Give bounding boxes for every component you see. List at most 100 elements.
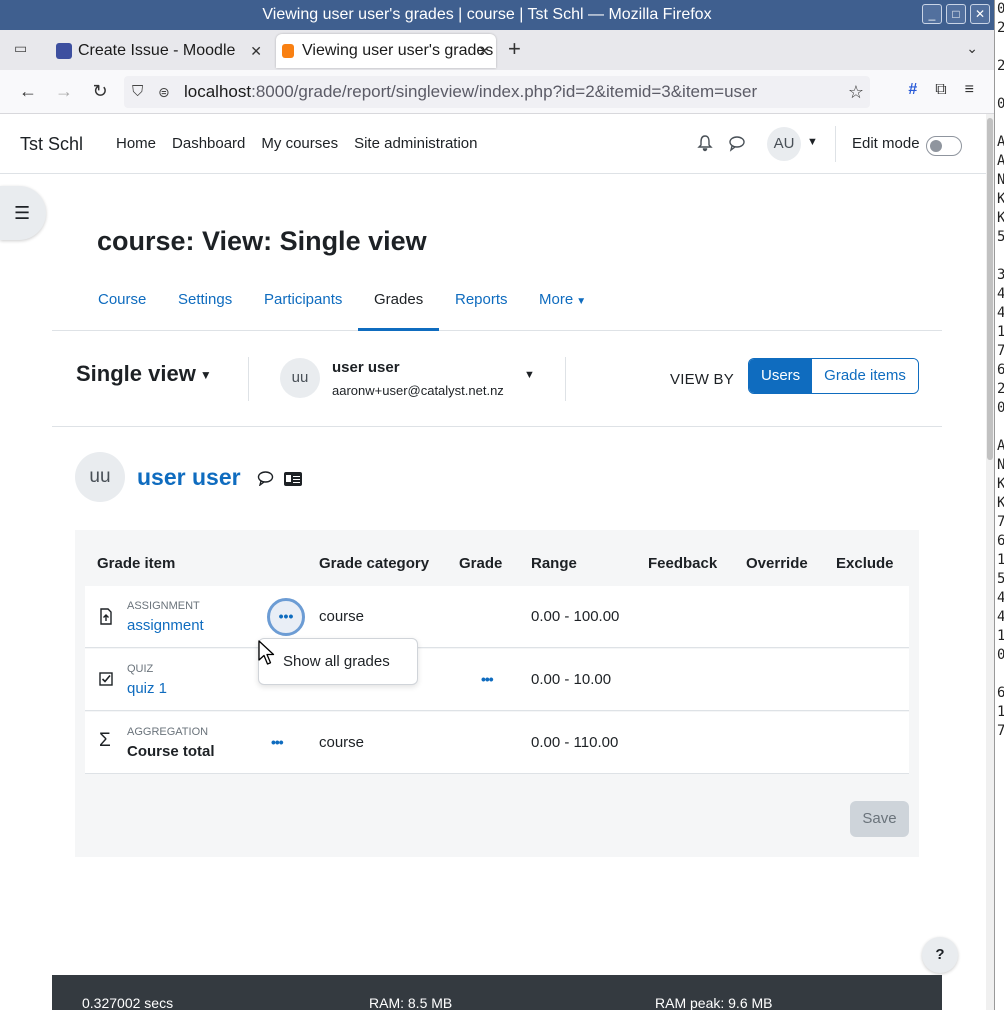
chevron-down-icon: ▼ <box>576 296 587 307</box>
terminal-line: N <box>995 456 1004 475</box>
hashtag-extension-icon[interactable]: # <box>908 81 917 99</box>
header-feedback: Feedback <box>648 555 718 572</box>
tab-settings[interactable]: Settings <box>178 280 232 331</box>
tab-grades[interactable]: Grades <box>358 280 440 331</box>
course-index-drawer-toggle[interactable]: ☰ <box>0 186 46 240</box>
grade-category-cell: course <box>319 608 365 625</box>
message-user-icon[interactable] <box>257 470 274 491</box>
forward-icon[interactable]: → <box>53 81 75 102</box>
user-picker-name[interactable]: user user <box>332 359 400 376</box>
extensions-puzzle-icon[interactable]: ⧉ <box>935 81 946 99</box>
window-controls: _ □ ✕ <box>922 4 990 24</box>
quiz-checkbox-icon <box>99 672 113 690</box>
mouse-pointer-icon <box>258 640 275 665</box>
site-brand[interactable]: Tst Schl <box>20 134 83 155</box>
item-name-link[interactable]: assignment <box>127 617 204 634</box>
tab-viewing-grades[interactable]: Viewing user user's grades ✕ <box>276 34 496 68</box>
grade-actions-kebab-icon[interactable]: ••• <box>481 671 494 687</box>
report-selector[interactable]: Single view ▼ <box>76 361 212 387</box>
user-picker-email[interactable]: aaronw+user@catalyst.net.nz <box>332 383 504 398</box>
window-titlebar: Viewing user user's grades | course | Ts… <box>0 0 994 30</box>
nav-site-administration[interactable]: Site administration <box>354 135 477 152</box>
terminal-line: A <box>995 133 1004 152</box>
chevron-down-icon[interactable]: ▼ <box>524 369 535 381</box>
messages-icon[interactable] <box>728 134 746 157</box>
minimize-button[interactable]: _ <box>922 4 942 24</box>
user-heading-name[interactable]: user user <box>137 464 241 491</box>
close-tab-icon[interactable]: ✕ <box>250 34 262 68</box>
page-scrollbar[interactable] <box>986 114 994 1010</box>
window-title: Viewing user user's grades | course | Ts… <box>262 6 712 23</box>
page-title: course: View: Single view <box>97 226 427 256</box>
item-name-link[interactable]: quiz 1 <box>127 680 167 697</box>
terminal-line: N <box>995 171 1004 190</box>
notification-bell-icon[interactable] <box>696 134 714 157</box>
nav-dashboard[interactable]: Dashboard <box>172 135 245 152</box>
tab-reports[interactable]: Reports <box>455 280 508 331</box>
header-override: Override <box>746 555 808 572</box>
close-window-button[interactable]: ✕ <box>970 4 990 24</box>
bookmark-star-icon[interactable]: ☆ <box>848 76 864 108</box>
reload-icon[interactable]: ↻ <box>89 81 111 102</box>
terminal-line: 6 <box>995 532 1004 551</box>
help-button[interactable]: ? <box>922 937 958 973</box>
header-grade: Grade <box>459 555 503 572</box>
save-button[interactable]: Save <box>850 801 909 837</box>
user-menu-avatar[interactable]: AU <box>767 127 801 161</box>
item-type: QUIZ <box>127 663 154 675</box>
range-cell: 0.00 - 10.00 <box>531 671 612 688</box>
url-text[interactable]: localhost:8000/grade/report/singleview/i… <box>184 76 757 108</box>
header-exclude: Exclude <box>836 555 894 572</box>
view-by-users-button[interactable]: Users <box>749 359 813 393</box>
new-tab-icon[interactable]: + <box>508 36 521 62</box>
terminal-line: 6 <box>995 684 1004 703</box>
view-by-grade-items-button[interactable]: Grade items <box>812 359 918 393</box>
terminal-line: 1 <box>995 627 1004 646</box>
sigma-aggregation-icon: Σ <box>99 730 111 751</box>
maximize-button[interactable]: □ <box>946 4 966 24</box>
user-picker-avatar[interactable]: uu <box>280 358 320 398</box>
tab-more[interactable]: More ▼ <box>539 280 586 331</box>
actions-menu-kebab-icon[interactable]: ••• <box>267 598 305 636</box>
url-bar[interactable]: ⛉ ⊜ localhost:8000/grade/report/singlevi… <box>124 76 870 108</box>
tracking-shield-icon[interactable]: ⛉ <box>132 76 143 108</box>
chevron-down-icon[interactable]: ▼ <box>807 136 818 148</box>
nav-my-courses[interactable]: My courses <box>261 135 338 152</box>
browser-navbar: ← → ↻ ⛉ ⊜ localhost:8000/grade/report/si… <box>0 70 994 114</box>
scrollbar-thumb[interactable] <box>987 118 993 460</box>
page-info-icon[interactable]: ⊜ <box>158 76 170 108</box>
list-all-tabs-icon[interactable]: ⌄ <box>966 40 978 57</box>
firefox-view-icon[interactable]: ▭ <box>14 40 34 60</box>
terminal-line: 3 <box>995 266 1004 285</box>
terminal-line: 5 <box>995 228 1004 247</box>
moodle-tracker-favicon-icon <box>56 43 72 59</box>
hamburger-menu-icon[interactable]: ≡ <box>965 81 974 99</box>
tab-course[interactable]: Course <box>98 280 146 331</box>
user-heading-avatar: uu <box>75 452 125 502</box>
table-row: Σ AGGREGATION Course total ••• course 0.… <box>85 712 909 774</box>
edit-mode-label: Edit mode <box>852 135 920 152</box>
terminal-line: 7 <box>995 342 1004 361</box>
terminal-line: 0 <box>995 0 1004 19</box>
actions-menu-kebab-icon[interactable]: ••• <box>271 734 284 750</box>
report-selector-label: Single view <box>76 361 196 386</box>
header-grade-item: Grade item <box>97 555 176 572</box>
nav-home[interactable]: Home <box>116 135 156 152</box>
close-tab-icon[interactable]: ✕ <box>478 34 490 68</box>
terminal-line: 4 <box>995 304 1004 323</box>
terminal-line: K <box>995 209 1004 228</box>
tab-participants[interactable]: Participants <box>264 280 342 331</box>
view-by-toggle-group: Users Grade items <box>748 358 919 394</box>
edit-mode-toggle[interactable] <box>926 136 962 156</box>
moodle-favicon-icon <box>282 44 294 58</box>
menu-item-show-all-grades[interactable]: Show all grades <box>283 653 390 670</box>
user-profile-card-icon[interactable] <box>284 472 302 486</box>
tab-create-issue[interactable]: Create Issue - Moodle ✕ <box>52 34 268 68</box>
terminal-line: 1 <box>995 323 1004 342</box>
terminal-line: 7 <box>995 722 1004 741</box>
back-icon[interactable]: ← <box>17 81 39 102</box>
